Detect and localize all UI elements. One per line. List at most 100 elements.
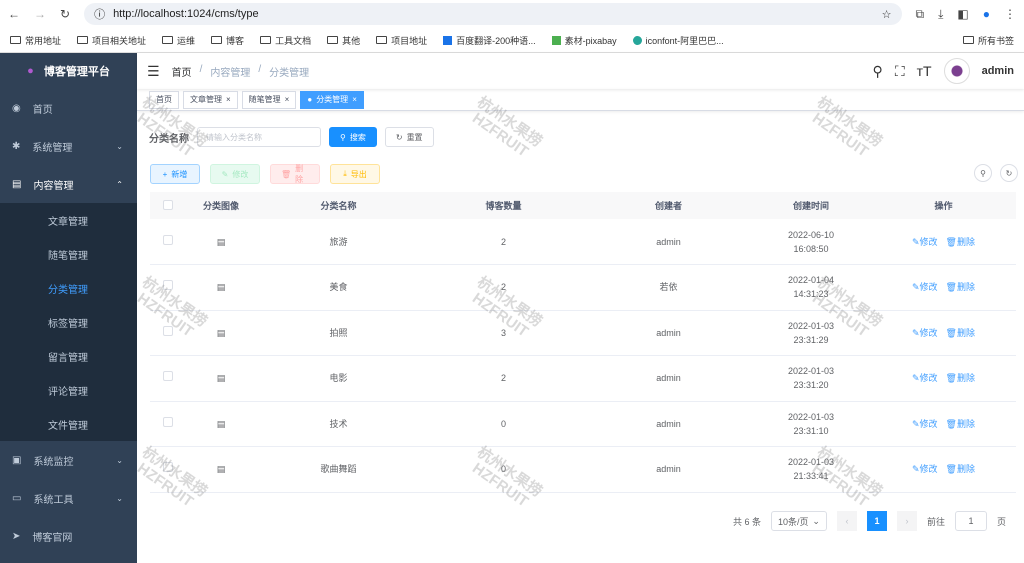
total-count: 共 6 条 xyxy=(732,516,761,527)
goto-page-input[interactable]: 1 xyxy=(954,511,987,531)
toolbox-icon: ▭ xyxy=(12,492,22,504)
chevron-down-icon: ⌄ xyxy=(812,515,820,526)
bookmark[interactable]: iconfont-阿里巴巴... xyxy=(632,34,724,47)
delete-button[interactable]: 🗑 删除 xyxy=(270,164,320,184)
select-all-checkbox[interactable] xyxy=(163,199,173,210)
sidebar-item-tools[interactable]: ▭ 系统工具 ⌄ xyxy=(0,479,137,517)
close-icon: × xyxy=(284,95,290,104)
bookmark[interactable]: 工具文档 xyxy=(260,34,311,47)
sidebar-item-content[interactable]: ▤ 内容管理 ⌃ xyxy=(0,165,137,203)
sidebar-item-articles[interactable]: 文章管理 xyxy=(0,203,137,237)
row-checkbox[interactable] xyxy=(163,416,173,427)
created-time: 2022-01-04 14:31:23 xyxy=(751,264,871,311)
sidebar-item-files[interactable]: 文件管理 xyxy=(0,407,137,441)
row-edit-button[interactable]: ✎修改 xyxy=(912,373,938,383)
row-delete-button[interactable]: 🗑删除 xyxy=(946,464,975,474)
chevron-down-icon: ⌄ xyxy=(116,493,123,503)
category-name: 技术 xyxy=(256,401,421,447)
tag-essays[interactable]: 随笔管理 × xyxy=(241,90,297,109)
row-delete-button[interactable]: 🗑删除 xyxy=(946,282,975,292)
export-button[interactable]: ⤓ 导出 xyxy=(330,164,380,184)
forward-icon[interactable]: → xyxy=(34,7,46,21)
sidepanel-icon[interactable]: ◧ xyxy=(957,7,968,21)
tag-categories[interactable]: ● 分类管理 × xyxy=(300,90,364,109)
sidebar-item-tags[interactable]: 标签管理 xyxy=(0,305,137,339)
search-icon: ⚲ xyxy=(340,132,346,142)
bookmark[interactable]: 项目地址 xyxy=(376,34,427,47)
col-creator: 创建者 xyxy=(586,192,751,219)
row-checkbox[interactable] xyxy=(163,371,173,382)
reset-button[interactable]: ↻ 重置 xyxy=(384,127,434,147)
fullscreen-icon[interactable]: ⛶ xyxy=(895,63,905,80)
col-image: 分类图像 xyxy=(186,192,256,219)
add-button[interactable]: + 新增 xyxy=(150,164,200,184)
search-button[interactable]: ⚲ 搜索 xyxy=(329,127,377,147)
chevron-down-icon: ⌄ xyxy=(116,141,123,151)
sidebar-item-monitor[interactable]: ▣ 系统监控 ⌄ xyxy=(0,441,137,479)
star-icon[interactable]: ☆ xyxy=(882,8,892,21)
blog-count: 0 xyxy=(421,446,586,493)
sidebar-item-system[interactable]: ✱ 系统管理 ⌄ xyxy=(0,127,137,165)
row-delete-button[interactable]: 🗑删除 xyxy=(946,328,975,338)
search-icon[interactable]: ⚲ xyxy=(873,63,883,80)
blog-count: 3 xyxy=(421,310,586,356)
row-edit-button[interactable]: ✎修改 xyxy=(912,237,938,247)
prev-page-button[interactable]: ‹ xyxy=(836,511,857,531)
sidebar-item-essays[interactable]: 随笔管理 xyxy=(0,237,137,271)
bookmark[interactable]: 运维 xyxy=(162,34,195,47)
back-icon[interactable]: ← xyxy=(8,7,20,21)
reload-icon[interactable]: ↻ xyxy=(60,7,70,21)
row-delete-button[interactable]: 🗑删除 xyxy=(946,419,975,429)
all-bookmarks[interactable]: 所有书签 xyxy=(962,34,1014,47)
address-bar[interactable]: ⓘ http://localhost:1024/cms/type ☆ xyxy=(84,3,902,25)
row-checkbox[interactable] xyxy=(163,462,173,473)
bookmark[interactable]: 项目相关地址 xyxy=(77,34,146,47)
tag-home[interactable]: 首页 xyxy=(149,90,179,109)
browser-toolbar: ← → ↻ ⓘ http://localhost:1024/cms/type ☆ ⧉… xyxy=(0,0,1024,28)
bookmark[interactable]: 常用地址 xyxy=(10,34,61,47)
tag-articles[interactable]: 文章管理 × xyxy=(183,90,238,109)
row-checkbox[interactable] xyxy=(163,325,173,336)
sidebar-item-home[interactable]: ◉ 首页 xyxy=(0,89,137,127)
username[interactable]: admin xyxy=(982,65,1014,77)
category-name-input[interactable]: 请输入分类名称 xyxy=(197,127,321,147)
table-row: ▤ 美食 2 若依 2022-01-04 14:31:23 ✎修改 🗑删除 xyxy=(150,264,1016,311)
navbar: ☰ 首页 / 内容管理 / 分类管理 ⚲ ⛶ тT admin xyxy=(137,53,1024,89)
created-time: 2022-01-03 21:33:41 xyxy=(751,446,871,493)
sidebar-item-categories[interactable]: 分类管理 xyxy=(0,271,137,305)
row-delete-button[interactable]: 🗑删除 xyxy=(946,237,975,247)
menu-icon[interactable]: ⋮ xyxy=(1004,7,1016,21)
col-actions: 操作 xyxy=(871,192,1016,219)
page-1-button[interactable]: 1 xyxy=(866,511,887,531)
row-edit-button[interactable]: ✎修改 xyxy=(912,419,938,429)
next-page-button[interactable]: › xyxy=(896,511,917,531)
row-edit-button[interactable]: ✎修改 xyxy=(912,464,938,474)
sidebar-logo[interactable]: ● 博客管理平台 xyxy=(0,53,137,89)
profile-icon[interactable]: ● xyxy=(983,7,990,21)
refresh-button[interactable]: ↻ xyxy=(1000,164,1018,182)
avatar[interactable] xyxy=(943,58,970,84)
row-checkbox[interactable] xyxy=(163,234,173,245)
created-time: 2022-01-03 23:31:20 xyxy=(751,355,871,402)
bookmark[interactable]: 博客 xyxy=(211,34,244,47)
creator: admin xyxy=(586,219,751,265)
sidebar-item-messages[interactable]: 留言管理 xyxy=(0,339,137,373)
category-table: 分类图像 分类名称 博客数量 创建者 创建时间 操作 ▤ 旅游 2 admin … xyxy=(150,192,1016,493)
sidebar-item-comments[interactable]: 评论管理 xyxy=(0,373,137,407)
row-edit-button[interactable]: ✎修改 xyxy=(912,328,938,338)
row-edit-button[interactable]: ✎修改 xyxy=(912,282,938,292)
sidebar-item-website[interactable]: ➤ 博客官网 xyxy=(0,517,137,555)
download-icon[interactable]: ⤓ xyxy=(938,7,943,22)
monitor-icon: ▣ xyxy=(12,454,22,466)
font-size-icon[interactable]: тT xyxy=(917,63,932,79)
page-size-select[interactable]: 10条/页 ⌄ xyxy=(770,511,827,531)
row-delete-button[interactable]: 🗑删除 xyxy=(946,373,975,383)
extensions-icon[interactable]: ⧉ xyxy=(916,7,925,22)
edit-button[interactable]: ✎ 修改 xyxy=(210,164,260,184)
toggle-search-button[interactable]: ⚲ xyxy=(974,164,992,182)
bookmark[interactable]: 其他 xyxy=(327,34,360,47)
hamburger-icon[interactable]: ☰ xyxy=(147,63,160,80)
bookmark[interactable]: 百度翻译-200种语... xyxy=(443,34,536,47)
bookmark[interactable]: 素材-pixabay xyxy=(551,34,617,47)
row-checkbox[interactable] xyxy=(163,280,173,291)
